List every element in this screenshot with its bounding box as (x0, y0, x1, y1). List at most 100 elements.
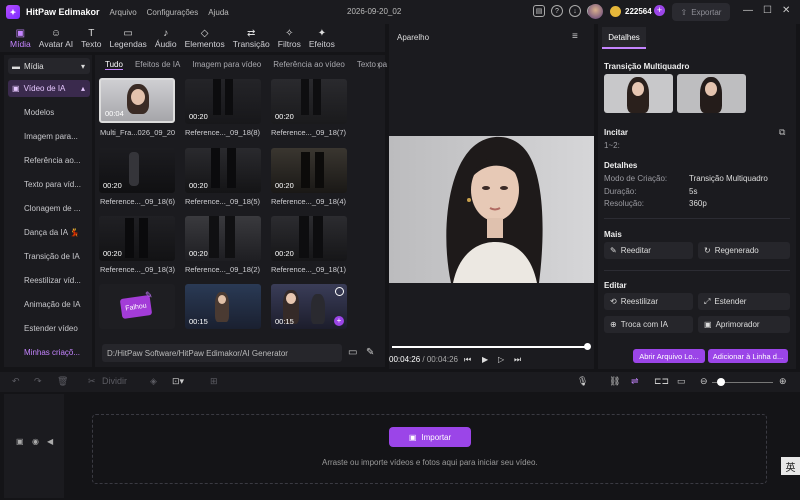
tab-audio[interactable]: ♪ Áudio (151, 24, 181, 52)
tab-legendas[interactable]: ▭ Legendas (105, 24, 150, 52)
fast-forward-icon[interactable]: ⏭ (514, 355, 521, 365)
tab-texto[interactable]: T Texto (77, 24, 105, 52)
sidebar-item-clonagem[interactable]: Clonagem de ... (24, 204, 84, 213)
zoom-in-icon[interactable]: ⊕ (779, 376, 787, 387)
feedback-icon[interactable]: ▤ (533, 5, 545, 17)
export-button[interactable]: ⇧ Exportar (672, 3, 730, 21)
output-path-field[interactable]: D:/HitPaw Software/HitPaw Edimakor/AI Ge… (102, 344, 342, 362)
minimize-icon[interactable]: — (743, 5, 753, 16)
open-folder-icon[interactable]: ▭ (348, 347, 357, 358)
undo-icon[interactable]: ↶ (12, 376, 20, 387)
media-thumb[interactable]: 00:20 (271, 216, 347, 261)
zoom-slider-knob[interactable] (717, 378, 725, 386)
sidebar-media-dropdown[interactable]: ▬ Mídia ▾ (8, 58, 90, 74)
copy-icon[interactable]: ⧉ (779, 127, 785, 138)
ime-indicator[interactable]: 英 (781, 457, 800, 475)
subtabs-next-icon[interactable]: › (377, 60, 380, 69)
sidebar-item-imagem-para[interactable]: Imagem para... (24, 132, 84, 141)
estender-button[interactable]: ⤢ Estender (698, 293, 790, 310)
shield-icon[interactable]: ◈ (150, 376, 157, 387)
subtab-texto-para[interactable]: Texto pa (357, 60, 387, 70)
menu-configuracoes[interactable]: Configurações (147, 8, 199, 17)
reestilizar-button[interactable]: ⟲ Reestilizar (604, 293, 693, 310)
subtab-efeitos-ia[interactable]: Efeitos de IA (135, 60, 180, 70)
fit-icon[interactable]: ▭ (677, 376, 686, 387)
add-to-timeline-icon[interactable]: + (334, 316, 344, 326)
mute-icon[interactable]: ◀ (47, 437, 53, 446)
sidebar-item-animacao[interactable]: Animação de IA (24, 300, 84, 309)
open-local-file-button[interactable]: Abrir Arquivo Lo... (633, 349, 705, 363)
prev-frame-icon[interactable]: ⏮ (464, 355, 471, 365)
import-button[interactable]: ▣ Importar (389, 427, 471, 447)
preview-menu-icon[interactable]: ≡ (572, 31, 578, 42)
zoom-out-icon[interactable]: ⊖ (700, 376, 708, 387)
sidebar-item-minhas-criacoes[interactable]: Minhas criaçõ... (24, 348, 84, 357)
sidebar-item-transicao-ia[interactable]: Transição de IA (24, 252, 84, 261)
media-thumb[interactable]: 00:15 (185, 284, 261, 329)
media-thumb[interactable]: 00:20 (185, 79, 261, 124)
maximize-icon[interactable]: ☐ (763, 5, 772, 16)
window-controls: — ☐ ✕ (743, 5, 790, 16)
delete-icon[interactable]: 🗑 (57, 376, 68, 387)
details-title: Detalhes (604, 161, 638, 170)
regenerar-button[interactable]: ↻ Regenerado (698, 242, 790, 259)
media-thumb[interactable]: 00:20 (271, 148, 347, 193)
frame-thumb-2[interactable] (677, 74, 746, 113)
sidebar-item-modelos[interactable]: Modelos (24, 108, 84, 117)
split-icon[interactable]: ✂ (88, 376, 96, 387)
redo-icon[interactable]: ↷ (34, 376, 42, 387)
tab-midia[interactable]: ▣ Mídia (6, 24, 35, 52)
media-thumb[interactable]: 00:20 (99, 216, 175, 261)
sidebar-item-reestilizar[interactable]: Reestilizar víd... (24, 276, 84, 285)
media-thumb[interactable]: 00:04 (99, 78, 175, 123)
tab-efeitos[interactable]: ✦ Efeitos (305, 24, 339, 52)
media-thumb[interactable]: 00:20 (271, 79, 347, 124)
playback-progress[interactable] (392, 346, 589, 348)
link-icon[interactable]: ⛓ (609, 376, 620, 387)
media-thumb[interactable]: 00:15 + (271, 284, 347, 329)
tab-avatar-ai[interactable]: ☺ Avatar AI (35, 24, 77, 52)
subtab-tudo[interactable]: Tudo (105, 60, 123, 70)
export-icon: ⇧ (680, 7, 688, 17)
media-thumb[interactable]: 00:20 (185, 148, 261, 193)
split-track-icon[interactable]: ⊏⊐ (654, 376, 669, 387)
sidebar-item-estender[interactable]: Estender vídeo (24, 324, 84, 333)
help-icon[interactable]: ? (551, 5, 563, 17)
menu-arquivo[interactable]: Arquivo (110, 8, 137, 17)
aprimorador-button[interactable]: ▣ Aprimorador (698, 316, 790, 333)
close-icon[interactable]: ✕ (782, 5, 790, 16)
sidebar-item-referencia[interactable]: Referência ao... (24, 156, 84, 165)
user-avatar[interactable] (588, 4, 603, 19)
media-thumb-failed[interactable]: Falhou ✎ (99, 284, 175, 329)
subtab-imagem-video[interactable]: Imagem para vídeo (192, 60, 261, 70)
subtab-referencia-video[interactable]: Referência ao vídeo (273, 60, 345, 70)
add-credits-button[interactable]: + (654, 5, 665, 16)
sidebar-video-ai[interactable]: ▣ Vídeo de IA ▴ (8, 80, 90, 97)
menu-ajuda[interactable]: Ajuda (208, 8, 228, 17)
tab-detalhes[interactable]: Detalhes (602, 27, 646, 49)
play-icon[interactable]: ▶ (482, 355, 488, 364)
edit-path-icon[interactable]: ✎ (366, 347, 374, 358)
troca-ia-button[interactable]: ⊕ Troca com IA (604, 316, 693, 333)
magnet-icon[interactable]: ⇌ (631, 376, 639, 387)
next-frame-icon[interactable]: ▷ (498, 355, 504, 364)
tab-filtros[interactable]: ✧ Filtros (274, 24, 305, 52)
media-thumb[interactable]: 00:20 (185, 216, 261, 261)
add-to-timeline-button[interactable]: Adicionar à Linha d... (708, 349, 788, 363)
split-label[interactable]: Dividir (102, 376, 127, 386)
tab-transicao[interactable]: ⇄ Transição (229, 24, 274, 52)
microphone-icon[interactable]: 🎙 (577, 376, 588, 387)
download-icon[interactable]: ↓ (569, 5, 581, 17)
frame-thumb-1[interactable] (604, 74, 673, 113)
media-drop-zone[interactable] (92, 414, 767, 484)
progress-knob[interactable] (584, 343, 591, 350)
visibility-icon[interactable]: ◉ (32, 437, 39, 446)
sidebar-item-texto-para[interactable]: Texto para víd... (24, 180, 84, 189)
media-thumb[interactable]: 00:20 (99, 148, 175, 193)
tab-elementos[interactable]: ◇ Elementos (181, 24, 229, 52)
sidebar-item-danca[interactable]: Dança da IA 💃 (24, 228, 84, 237)
lock-track-icon[interactable]: ▣ (16, 437, 24, 446)
text-tool-icon[interactable]: ⊡▾ (172, 376, 184, 387)
reeditar-button[interactable]: ✎ Reeditar (604, 242, 693, 259)
crop-icon[interactable]: ⊞ (210, 376, 218, 387)
